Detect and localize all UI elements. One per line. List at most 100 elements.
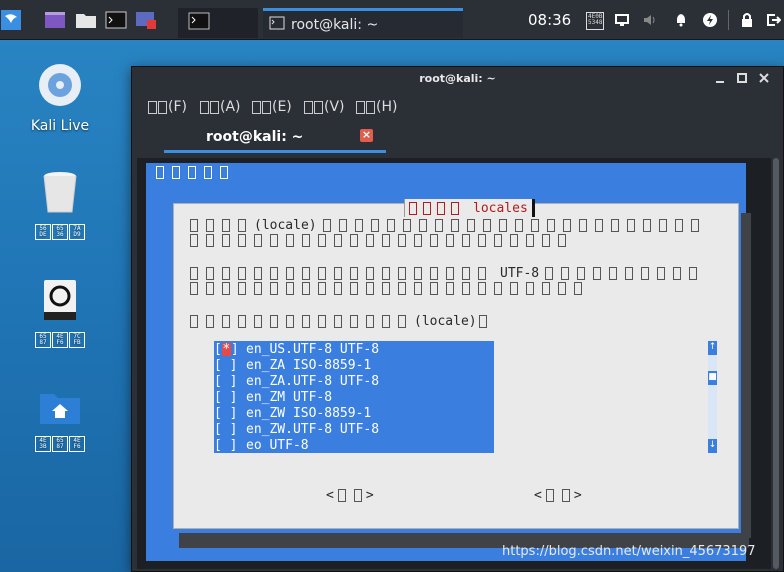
screen-icon[interactable] xyxy=(612,6,632,34)
scroll-down-arrow-icon[interactable]: ↓ xyxy=(708,439,717,453)
menu-item-0[interactable]: (F) xyxy=(148,99,187,115)
glyph-box xyxy=(254,267,262,280)
clock-box-4: 48 xyxy=(595,19,603,26)
glyph-box xyxy=(302,234,310,247)
glyph-box xyxy=(414,282,422,295)
glyph-box xyxy=(478,234,486,247)
tab-terminal[interactable]: root@kali: ~ × xyxy=(164,123,386,153)
checklist-scrollbar[interactable]: ↑ ■ ↓ xyxy=(708,341,717,453)
glyph-box xyxy=(478,267,486,280)
app-launcher-window[interactable] xyxy=(42,6,68,34)
terminal-scrollbar[interactable] xyxy=(772,158,780,569)
clock[interactable]: 08:36 xyxy=(528,11,571,29)
top-panel: root@kali: ~ 08:36 4E0B 5348 xyxy=(0,0,784,40)
locale-option[interactable]: [*] en_US.UTF-8 UTF-8 xyxy=(214,341,494,357)
desktop-icon-home[interactable]: 4E 3B 65 87 4E F6 xyxy=(15,390,105,452)
glyph-box xyxy=(318,282,326,295)
app-launcher-files[interactable] xyxy=(73,6,99,34)
ok-button[interactable]: < > xyxy=(326,488,374,503)
menu-item-3[interactable]: (V) xyxy=(304,99,345,115)
locale-option[interactable]: [ ] eo UTF-8 xyxy=(214,437,494,453)
glyph-box xyxy=(409,201,417,215)
home-label-box-4: 87 xyxy=(56,443,64,450)
glyph-box xyxy=(578,219,587,232)
locale-checkbox[interactable]: [ ] xyxy=(214,390,237,405)
scroll-up-arrow-icon[interactable]: ↑ xyxy=(708,341,717,355)
glyph-box xyxy=(356,100,365,114)
glyph-box xyxy=(610,219,619,232)
paragraph-2-line-2 xyxy=(190,281,705,296)
glyph-box xyxy=(334,267,342,280)
locale-checkbox[interactable]: [*] xyxy=(214,342,239,357)
glyph-box xyxy=(561,267,570,280)
desktop-icon-filesystem[interactable]: 65 87 4E F6 7C FB xyxy=(15,278,105,348)
locale-option[interactable]: [ ] en_ZA.UTF-8 UTF-8 xyxy=(214,373,494,389)
locale-option[interactable]: [ ] en_ZA ISO-8859-1 xyxy=(214,357,494,373)
kali-dragon-icon xyxy=(1,10,21,30)
minimize-button[interactable] xyxy=(712,71,728,87)
glyph-box xyxy=(254,234,262,247)
logout-icon[interactable] xyxy=(763,6,783,34)
glyph-box xyxy=(322,219,331,232)
glyph-box xyxy=(482,219,491,232)
glyph-box xyxy=(689,267,698,280)
menu-item-label: (F) xyxy=(168,99,187,115)
backtitle xyxy=(156,165,236,179)
app-launcher-terminal[interactable] xyxy=(103,6,129,34)
locale-checkbox[interactable]: [ ] xyxy=(214,374,237,389)
locale-option[interactable]: [ ] en_ZM UTF-8 xyxy=(214,389,494,405)
trash-icon xyxy=(40,170,80,218)
locale-checkbox[interactable]: [ ] xyxy=(214,358,237,373)
minimize-icon xyxy=(716,81,724,83)
glyph-box xyxy=(626,219,635,232)
glyph-box: 7A D9 xyxy=(69,224,85,240)
glyph-box xyxy=(188,166,196,179)
paragraph-3-line-1: (locale) xyxy=(190,314,495,329)
glyph-box xyxy=(641,267,650,280)
locale-checklist[interactable]: [*] en_US.UTF-8 UTF-8[ ] en_ZA ISO-8859-1[… xyxy=(214,341,494,453)
trash-label-box-4: 36 xyxy=(56,231,64,238)
bell-icon[interactable] xyxy=(671,6,691,34)
locale-checkbox[interactable]: [ ] xyxy=(214,422,237,437)
glyph-box xyxy=(172,166,180,179)
lock-icon[interactable] xyxy=(737,6,757,34)
tab-close-button[interactable]: × xyxy=(360,129,373,142)
glyph-box xyxy=(238,315,246,328)
glyph-box xyxy=(238,267,246,280)
desktop-icon-kali-live[interactable]: Kali Live xyxy=(15,62,105,134)
app-launcher-screenshot[interactable] xyxy=(133,6,159,34)
glyph-box xyxy=(350,282,358,295)
glyph-box: 65 36 xyxy=(52,224,68,240)
locale-option-label: en_ZA ISO-8859-1 xyxy=(246,357,372,373)
volume-icon[interactable] xyxy=(640,6,660,34)
glyph-box: 65 87 xyxy=(35,332,51,348)
window-titlebar[interactable]: root@kali: ~ xyxy=(132,67,783,93)
menu-item-1[interactable]: (A) xyxy=(200,99,241,115)
locale-option[interactable]: [ ] en_ZW ISO-8859-1 xyxy=(214,405,494,421)
locale-checkbox[interactable]: [ ] xyxy=(214,406,237,421)
glyph-box xyxy=(398,282,406,295)
power-icon[interactable] xyxy=(700,6,720,34)
desktop-icon-trash[interactable]: 56 DE 65 36 7A D9 xyxy=(15,170,105,240)
workspace-switcher[interactable] xyxy=(178,8,258,38)
scrollbar-thumb[interactable] xyxy=(773,158,779,569)
menu-item-label: (E) xyxy=(272,99,292,115)
glyph-box xyxy=(190,267,198,280)
glyph-box xyxy=(206,267,214,280)
glyph-box xyxy=(314,100,323,114)
scroll-thumb[interactable]: ■ xyxy=(708,371,717,385)
glyph-box xyxy=(206,234,214,247)
glyph-box: 4E 3B xyxy=(35,436,51,452)
cancel-button[interactable]: < > xyxy=(534,488,582,503)
locale-checkbox[interactable]: [ ] xyxy=(214,438,237,453)
terminal-viewport[interactable]: locales (locale) UTF-8 (locale) [*] en_US… xyxy=(137,158,771,569)
kali-menu-button[interactable] xyxy=(0,6,22,34)
menu-item-4[interactable]: (H) xyxy=(356,99,397,115)
glyph-box xyxy=(206,282,214,295)
maximize-button[interactable] xyxy=(734,71,750,87)
locale-option[interactable]: [ ] en_ZW.UTF-8 UTF-8 xyxy=(214,421,494,437)
menu-item-label: (A) xyxy=(220,99,241,115)
taskbar-item-terminal[interactable]: root@kali: ~ xyxy=(263,8,463,38)
close-button[interactable] xyxy=(756,71,772,87)
menu-item-2[interactable]: (E) xyxy=(252,99,292,115)
